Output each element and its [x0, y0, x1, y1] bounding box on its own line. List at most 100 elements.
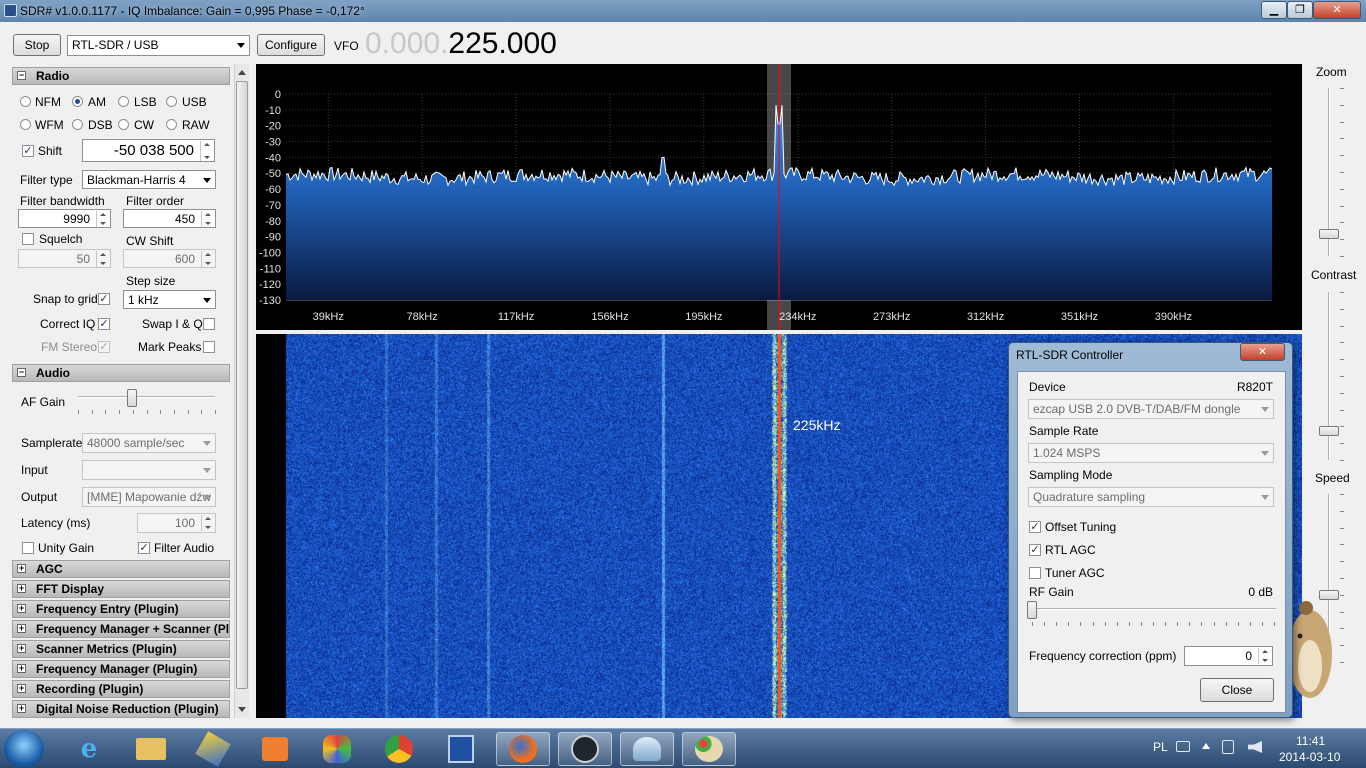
- tray-expand-icon[interactable]: [1202, 743, 1210, 749]
- stepper-icon[interactable]: [201, 251, 214, 267]
- unity-gain-checkbox[interactable]: [22, 542, 34, 554]
- rtl-agc-checkbox[interactable]: ✓: [1029, 544, 1041, 556]
- filter-order-label: Filter order: [126, 194, 185, 208]
- taskbar-app-icon[interactable]: [310, 732, 364, 766]
- keyboard-icon[interactable]: [1176, 741, 1190, 752]
- taskbar-disk-icon[interactable]: [434, 732, 488, 766]
- device-select[interactable]: ezcap USB 2.0 DVB-T/DAB/FM dongle: [1028, 399, 1274, 419]
- samplerate-select[interactable]: 48000 sample/sec: [82, 433, 216, 453]
- close-dialog-button[interactable]: Close: [1200, 678, 1274, 702]
- filter-bandwidth-input[interactable]: 9990: [18, 209, 111, 228]
- mode-radio-usb[interactable]: [166, 96, 177, 107]
- mode-radio-cw[interactable]: [118, 119, 129, 130]
- slider-tick: [1340, 222, 1344, 224]
- start-button-icon[interactable]: [4, 730, 44, 768]
- taskbar-paint-icon[interactable]: [682, 732, 736, 766]
- stepper-icon[interactable]: [200, 141, 213, 161]
- taskbar-ie-icon[interactable]: e: [62, 732, 116, 766]
- taskbar-media-icon[interactable]: [248, 732, 302, 766]
- spectrum-panel[interactable]: 0 -10 -20 -30 -40 -50 -60 -70 -80 -90 -100 -110 -120…: [256, 64, 1302, 330]
- speed-label: Speed: [1315, 471, 1350, 485]
- output-select[interactable]: [MME] Mapowanie dźw: [82, 487, 216, 507]
- af-gain-slider[interactable]: [126, 389, 137, 407]
- audio-section-header[interactable]: − Audio: [12, 364, 230, 382]
- filter-audio-checkbox[interactable]: ✓: [138, 542, 150, 554]
- tuner-agc-checkbox[interactable]: [1029, 567, 1041, 579]
- slider-tick: [1128, 622, 1130, 626]
- taskbar-tool-icon[interactable]: [186, 731, 240, 767]
- taskbar-firefox-icon[interactable]: [496, 732, 550, 766]
- slider-tick: [201, 410, 203, 414]
- mode-radio-am[interactable]: [72, 96, 83, 107]
- shift-label: Shift: [38, 144, 63, 158]
- swap-iq-checkbox[interactable]: [203, 318, 215, 330]
- taskbar-steam-icon[interactable]: [558, 732, 612, 766]
- mark-peaks-checkbox[interactable]: [203, 341, 215, 353]
- taskbar-explorer-icon[interactable]: [124, 732, 178, 766]
- scrollbar-thumb[interactable]: [236, 81, 248, 689]
- step-size-select[interactable]: 1 kHz: [123, 290, 216, 309]
- taskbar-sdr-icon[interactable]: [620, 732, 674, 766]
- squelch-label: Squelch: [39, 232, 83, 246]
- stepper-icon[interactable]: [201, 515, 214, 531]
- plugin-section-header[interactable]: + Scanner Metrics (Plugin): [12, 640, 230, 658]
- mode-radio-raw[interactable]: [166, 119, 177, 130]
- scroll-up-icon[interactable]: [238, 70, 246, 75]
- title-bar[interactable]: SDR# v1.0.0.1177 - IQ Imbalance: Gain = …: [0, 0, 1366, 22]
- radio-section-header[interactable]: − Radio: [12, 67, 230, 85]
- scroll-down-icon[interactable]: [238, 707, 246, 712]
- minimize-button[interactable]: ▁: [1261, 1, 1287, 19]
- keyboard-language[interactable]: PL: [1153, 740, 1168, 754]
- squelch-checkbox[interactable]: [22, 233, 34, 245]
- stepper-icon[interactable]: [201, 211, 214, 227]
- mode-radio-nfm[interactable]: [20, 96, 31, 107]
- zoom-slider[interactable]: [1319, 229, 1339, 239]
- plugin-section-header[interactable]: + Frequency Entry (Plugin): [12, 600, 230, 618]
- mode-radio-dsb[interactable]: [72, 119, 83, 130]
- filter-type-select[interactable]: Blackman-Harris 4: [82, 170, 216, 189]
- frequency-correction-input[interactable]: 0: [1184, 646, 1273, 666]
- rf-gain-slider[interactable]: [1027, 601, 1037, 619]
- clock-time[interactable]: 11:41: [1296, 734, 1325, 748]
- left-panel-scrollbar[interactable]: [234, 64, 249, 718]
- configure-button[interactable]: Configure: [257, 34, 325, 56]
- maximize-button[interactable]: ❐: [1287, 1, 1313, 19]
- input-select[interactable]: [82, 460, 216, 480]
- volume-icon[interactable]: [1248, 741, 1262, 753]
- mode-radio-lsb[interactable]: [118, 96, 129, 107]
- flag-icon[interactable]: [1222, 740, 1234, 754]
- plugin-section-header[interactable]: + Frequency Manager (Plugin): [12, 660, 230, 678]
- snap-to-grid-checkbox[interactable]: ✓: [98, 293, 110, 305]
- stepper-icon[interactable]: [1258, 648, 1271, 664]
- shift-input[interactable]: -50 038 500: [82, 139, 215, 162]
- plugin-section-header[interactable]: + Frequency Manager + Scanner (Plug: [12, 620, 230, 638]
- sample-rate-label: Sample Rate: [1029, 424, 1099, 438]
- contrast-slider[interactable]: [1319, 426, 1339, 436]
- collapse-icon: −: [17, 70, 26, 80]
- squelch-input[interactable]: 50: [18, 249, 111, 268]
- sampling-mode-select[interactable]: Quadrature sampling: [1028, 487, 1274, 507]
- plugin-section-header[interactable]: + FFT Display: [12, 580, 230, 598]
- shift-checkbox[interactable]: ✓: [22, 145, 34, 157]
- plugin-section-header[interactable]: + Recording (Plugin): [12, 680, 230, 698]
- plugin-section-header[interactable]: + AGC: [12, 560, 230, 578]
- close-button[interactable]: ✕: [1313, 1, 1361, 19]
- mode-radio-wfm[interactable]: [20, 119, 31, 130]
- stepper-icon[interactable]: [96, 211, 109, 227]
- source-select[interactable]: RTL-SDR / USB: [67, 35, 250, 56]
- taskbar-chrome-icon[interactable]: [372, 732, 426, 766]
- stepper-icon[interactable]: [96, 251, 109, 267]
- vfo-frequency-display[interactable]: 0.000.225.000: [365, 27, 557, 61]
- sample-rate-select[interactable]: 1.024 MSPS: [1028, 443, 1274, 463]
- slider-tick: [1340, 460, 1344, 461]
- cw-shift-input[interactable]: 600: [123, 249, 216, 268]
- dialog-close-icon[interactable]: ✕: [1240, 343, 1285, 361]
- filter-order-input[interactable]: 450: [123, 209, 216, 228]
- offset-tuning-checkbox[interactable]: ✓: [1029, 521, 1041, 533]
- correct-iq-checkbox[interactable]: ✓: [98, 318, 110, 330]
- plugin-section-header[interactable]: + Digital Noise Reduction (Plugin): [12, 700, 230, 718]
- clock-date[interactable]: 2014-03-10: [1279, 750, 1340, 764]
- latency-input[interactable]: 100: [137, 513, 216, 533]
- fm-stereo-checkbox[interactable]: ✓: [98, 341, 110, 353]
- stop-button[interactable]: Stop: [13, 34, 61, 56]
